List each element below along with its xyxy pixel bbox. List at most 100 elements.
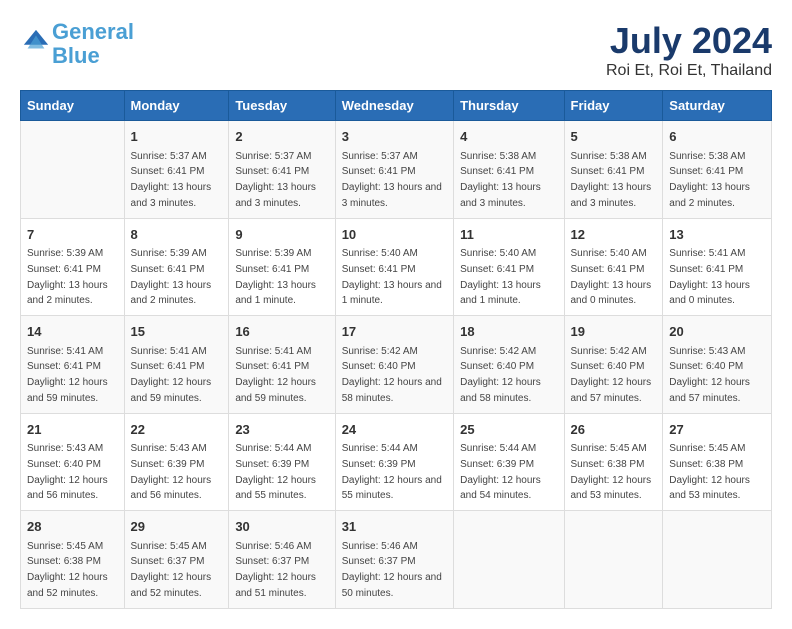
calendar-cell: 11 Sunrise: 5:40 AMSunset: 6:41 PMDayligh…: [454, 218, 564, 316]
cell-info: Sunrise: 5:45 AMSunset: 6:38 PMDaylight:…: [669, 443, 750, 501]
calendar-cell: 28 Sunrise: 5:45 AMSunset: 6:38 PMDayligh…: [21, 511, 125, 609]
date-number: 26: [571, 420, 657, 440]
calendar-cell: [663, 511, 772, 609]
date-number: 23: [235, 420, 328, 440]
date-number: 21: [27, 420, 118, 440]
week-row-2: 7 Sunrise: 5:39 AMSunset: 6:41 PMDaylight…: [21, 218, 772, 316]
cell-info: Sunrise: 5:37 AMSunset: 6:41 PMDaylight:…: [342, 151, 442, 209]
cell-info: Sunrise: 5:44 AMSunset: 6:39 PMDaylight:…: [235, 443, 316, 501]
cell-info: Sunrise: 5:45 AMSunset: 6:37 PMDaylight:…: [131, 541, 212, 599]
calendar-cell: 2Sunrise: 5:37 AMSunset: 6:41 PMDaylight…: [229, 121, 335, 219]
date-number: 15: [131, 322, 223, 342]
calendar-cell: 14Sunrise: 5:41 AMSunset: 6:41 PMDayligh…: [21, 316, 125, 414]
page-subtitle: Roi Et, Roi Et, Thailand: [606, 62, 772, 80]
date-number: 12: [571, 225, 657, 245]
date-number: 9: [235, 225, 328, 245]
day-header-friday: Friday: [564, 91, 663, 121]
date-number: 18: [460, 322, 557, 342]
date-number: 16: [235, 322, 328, 342]
calendar-cell: 23 Sunrise: 5:44 AMSunset: 6:39 PMDayligh…: [229, 413, 335, 511]
date-number: 27: [669, 420, 765, 440]
date-number: 17: [342, 322, 447, 342]
calendar-cell: 16 Sunrise: 5:41 AMSunset: 6:41 PMDayligh…: [229, 316, 335, 414]
date-number: 4: [460, 127, 557, 147]
week-row-3: 14Sunrise: 5:41 AMSunset: 6:41 PMDayligh…: [21, 316, 772, 414]
cell-info: Sunrise: 5:43 AMSunset: 6:40 PMDaylight:…: [27, 443, 108, 501]
date-number: 8: [131, 225, 223, 245]
calendar-cell: 18Sunrise: 5:42 AMSunset: 6:40 PMDayligh…: [454, 316, 564, 414]
date-number: 10: [342, 225, 447, 245]
date-number: 30: [235, 517, 328, 537]
day-header-monday: Monday: [124, 91, 229, 121]
calendar-cell: 21 Sunrise: 5:43 AMSunset: 6:40 PMDayligh…: [21, 413, 125, 511]
cell-info: Sunrise: 5:40 AMSunset: 6:41 PMDaylight:…: [460, 248, 541, 306]
title-block: July 2024 Roi Et, Roi Et, Thailand: [606, 20, 772, 80]
calendar-cell: 5 Sunrise: 5:38 AMSunset: 6:41 PMDaylight…: [564, 121, 663, 219]
cell-info: Sunrise: 5:41 AMSunset: 6:41 PMDaylight:…: [27, 346, 108, 404]
calendar-cell: 10Sunrise: 5:40 AMSunset: 6:41 PMDayligh…: [335, 218, 453, 316]
week-row-4: 21 Sunrise: 5:43 AMSunset: 6:40 PMDayligh…: [21, 413, 772, 511]
cell-info: Sunrise: 5:42 AMSunset: 6:40 PMDaylight:…: [342, 346, 442, 404]
cell-info: Sunrise: 5:37 AMSunset: 6:41 PMDaylight:…: [131, 151, 212, 209]
calendar-cell: 15 Sunrise: 5:41 AMSunset: 6:41 PMDayligh…: [124, 316, 229, 414]
day-header-sunday: Sunday: [21, 91, 125, 121]
page-title: July 2024: [606, 20, 772, 62]
calendar-cell: 17 Sunrise: 5:42 AMSunset: 6:40 PMDayligh…: [335, 316, 453, 414]
date-number: 28: [27, 517, 118, 537]
calendar-cell: 6Sunrise: 5:38 AMSunset: 6:41 PMDaylight…: [663, 121, 772, 219]
calendar-cell: 22 Sunrise: 5:43 AMSunset: 6:39 PMDayligh…: [124, 413, 229, 511]
cell-info: Sunrise: 5:40 AMSunset: 6:41 PMDaylight:…: [571, 248, 652, 306]
calendar-cell: 24 Sunrise: 5:44 AMSunset: 6:39 PMDayligh…: [335, 413, 453, 511]
date-number: 7: [27, 225, 118, 245]
date-number: 29: [131, 517, 223, 537]
date-number: 13: [669, 225, 765, 245]
logo-text: General Blue: [52, 20, 134, 68]
cell-info: Sunrise: 5:45 AMSunset: 6:38 PMDaylight:…: [27, 541, 108, 599]
date-number: 19: [571, 322, 657, 342]
calendar-cell: 19 Sunrise: 5:42 AMSunset: 6:40 PMDayligh…: [564, 316, 663, 414]
calendar-table: SundayMondayTuesdayWednesdayThursdayFrid…: [20, 90, 772, 609]
calendar-cell: 20Sunrise: 5:43 AMSunset: 6:40 PMDayligh…: [663, 316, 772, 414]
calendar-cell: 13 Sunrise: 5:41 AMSunset: 6:41 PMDayligh…: [663, 218, 772, 316]
calendar-cell: 12 Sunrise: 5:40 AMSunset: 6:41 PMDayligh…: [564, 218, 663, 316]
page-header: General Blue July 2024 Roi Et, Roi Et, T…: [20, 20, 772, 80]
day-header-tuesday: Tuesday: [229, 91, 335, 121]
date-number: 24: [342, 420, 447, 440]
calendar-cell: 8 Sunrise: 5:39 AMSunset: 6:41 PMDaylight…: [124, 218, 229, 316]
date-number: 22: [131, 420, 223, 440]
day-header-wednesday: Wednesday: [335, 91, 453, 121]
calendar-cell: [564, 511, 663, 609]
date-number: 3: [342, 127, 447, 147]
cell-info: Sunrise: 5:44 AMSunset: 6:39 PMDaylight:…: [342, 443, 442, 501]
cell-info: Sunrise: 5:44 AMSunset: 6:39 PMDaylight:…: [460, 443, 541, 501]
cell-info: Sunrise: 5:39 AMSunset: 6:41 PMDaylight:…: [235, 248, 316, 306]
calendar-cell: 30 Sunrise: 5:46 AMSunset: 6:37 PMDayligh…: [229, 511, 335, 609]
date-number: 11: [460, 225, 557, 245]
cell-info: Sunrise: 5:41 AMSunset: 6:41 PMDaylight:…: [235, 346, 316, 404]
calendar-cell: [21, 121, 125, 219]
cell-info: Sunrise: 5:46 AMSunset: 6:37 PMDaylight:…: [342, 541, 442, 599]
calendar-header-row: SundayMondayTuesdayWednesdayThursdayFrid…: [21, 91, 772, 121]
day-header-thursday: Thursday: [454, 91, 564, 121]
cell-info: Sunrise: 5:41 AMSunset: 6:41 PMDaylight:…: [131, 346, 212, 404]
calendar-cell: 4 Sunrise: 5:38 AMSunset: 6:41 PMDaylight…: [454, 121, 564, 219]
calendar-cell: 26Sunrise: 5:45 AMSunset: 6:38 PMDayligh…: [564, 413, 663, 511]
cell-info: Sunrise: 5:41 AMSunset: 6:41 PMDaylight:…: [669, 248, 750, 306]
date-number: 31: [342, 517, 447, 537]
calendar-cell: 29 Sunrise: 5:45 AMSunset: 6:37 PMDayligh…: [124, 511, 229, 609]
cell-info: Sunrise: 5:39 AMSunset: 6:41 PMDaylight:…: [27, 248, 108, 306]
calendar-cell: 31 Sunrise: 5:46 AMSunset: 6:37 PMDayligh…: [335, 511, 453, 609]
cell-info: Sunrise: 5:42 AMSunset: 6:40 PMDaylight:…: [571, 346, 652, 404]
cell-info: Sunrise: 5:38 AMSunset: 6:41 PMDaylight:…: [460, 151, 541, 209]
cell-info: Sunrise: 5:46 AMSunset: 6:37 PMDaylight:…: [235, 541, 316, 599]
cell-info: Sunrise: 5:39 AMSunset: 6:41 PMDaylight:…: [131, 248, 212, 306]
date-number: 20: [669, 322, 765, 342]
date-number: 5: [571, 127, 657, 147]
cell-info: Sunrise: 5:38 AMSunset: 6:41 PMDaylight:…: [571, 151, 652, 209]
cell-info: Sunrise: 5:43 AMSunset: 6:39 PMDaylight:…: [131, 443, 212, 501]
date-number: 1: [131, 127, 223, 147]
calendar-cell: 25Sunrise: 5:44 AMSunset: 6:39 PMDayligh…: [454, 413, 564, 511]
logo: General Blue: [20, 20, 134, 68]
calendar-cell: 9 Sunrise: 5:39 AMSunset: 6:41 PMDaylight…: [229, 218, 335, 316]
week-row-5: 28 Sunrise: 5:45 AMSunset: 6:38 PMDayligh…: [21, 511, 772, 609]
